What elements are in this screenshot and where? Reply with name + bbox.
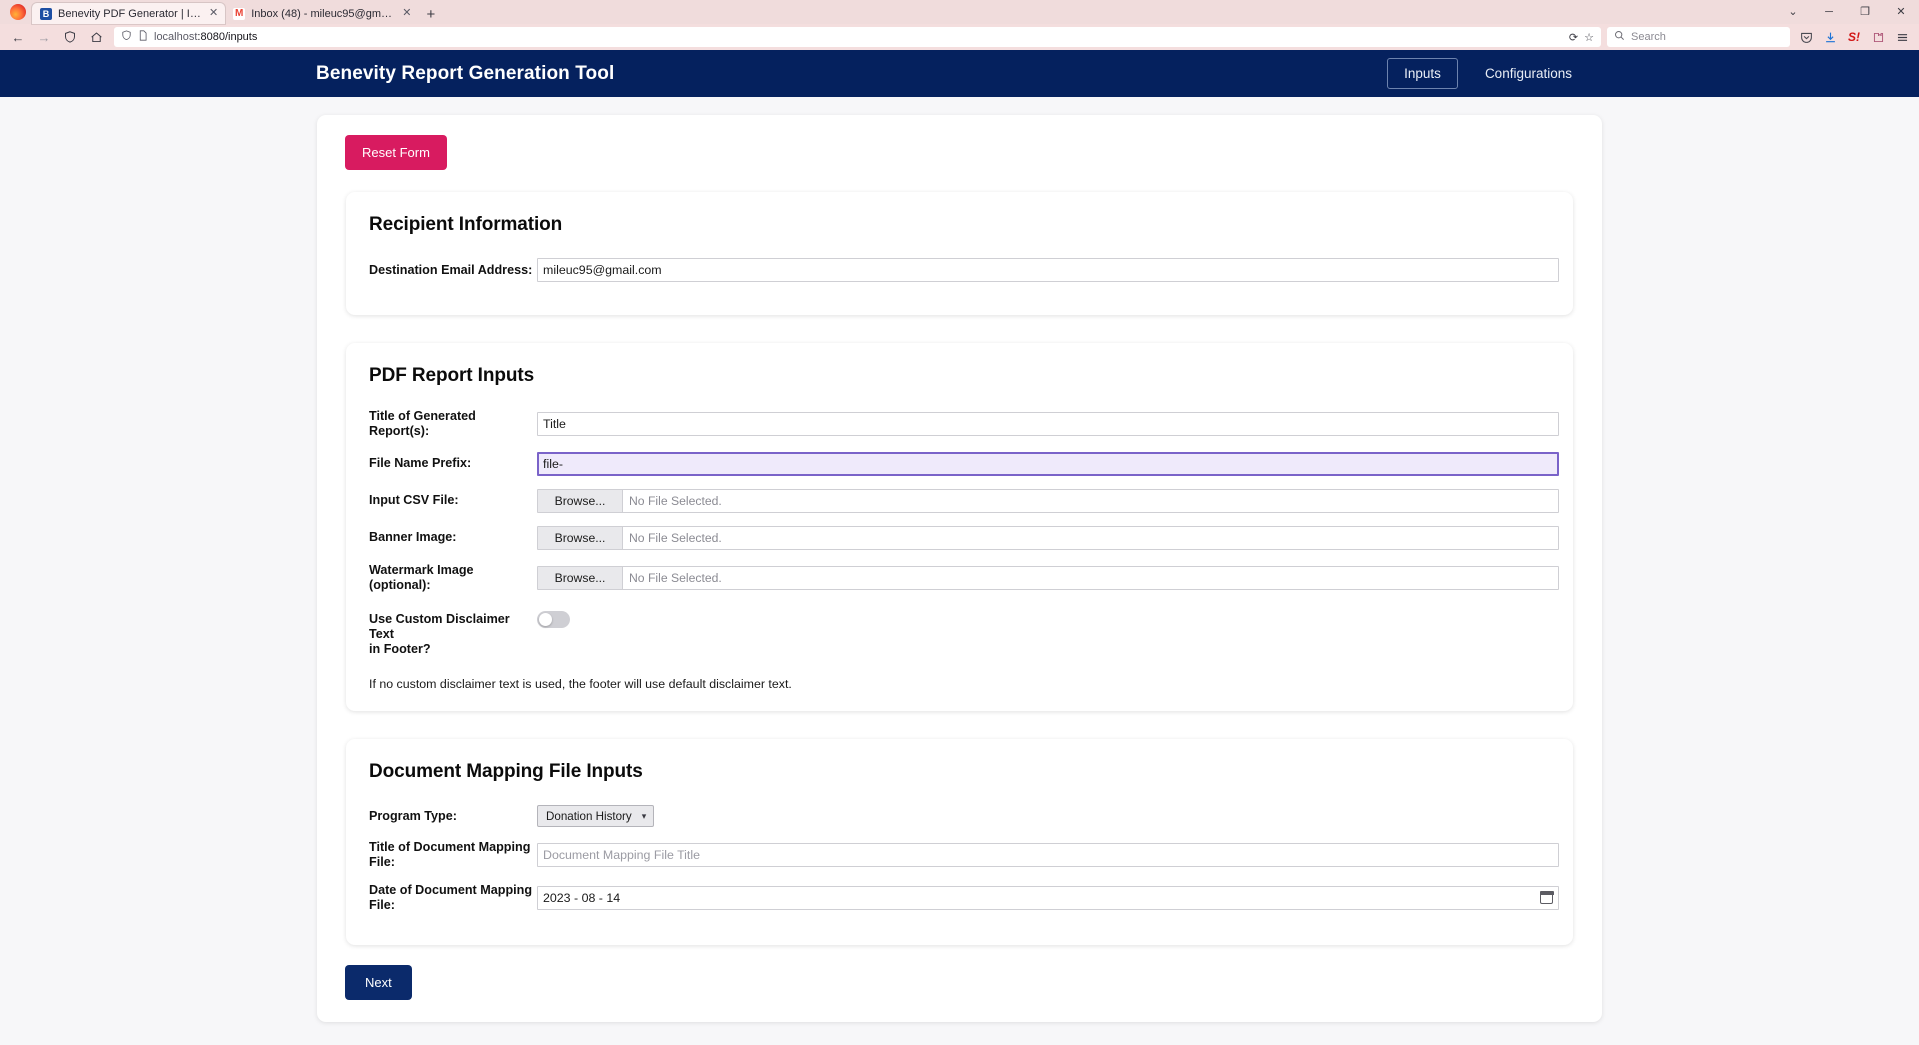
url-text: localhost:8080/inputs — [154, 31, 258, 43]
field-label: Destination Email Address: — [369, 262, 533, 277]
calendar-icon[interactable] — [1539, 891, 1554, 904]
menu-icon[interactable] — [1891, 26, 1913, 48]
file-name-prefix-input[interactable] — [537, 451, 1559, 476]
close-window-icon[interactable]: ✕ — [1883, 0, 1919, 24]
tracking-shield-icon — [121, 30, 132, 44]
tab-title: Benevity PDF Generator | Inputs — [58, 7, 203, 20]
header-nav: Inputs Configurations — [1387, 58, 1589, 89]
new-tab-button[interactable]: + — [418, 7, 443, 24]
field-input-csv-file: Input CSV File: Browse... No File Select… — [360, 488, 1559, 513]
home-icon[interactable] — [84, 26, 108, 48]
field-program-type: Program Type: Donation History ▾ — [360, 805, 1559, 828]
window-controls: ⌄ ─ ❐ ✕ — [1775, 0, 1919, 24]
maximize-icon[interactable]: ❐ — [1847, 0, 1883, 24]
section-title: PDF Report Inputs — [369, 365, 535, 386]
banner-image-file-picker[interactable]: Browse... No File Selected. — [537, 525, 1559, 550]
field-label-line2: in Footer? — [369, 642, 431, 657]
toolbar-icons: S! — [1795, 26, 1913, 48]
browser-tab-gmail[interactable]: M Inbox (48) - mileuc95@gmail.co ✕ — [225, 3, 418, 24]
browse-button[interactable]: Browse... — [538, 489, 623, 512]
field-mapping-file-date: Date of Document Mapping File: — [360, 883, 1559, 913]
destination-email-input[interactable] — [537, 258, 1559, 282]
file-status-text: No File Selected. — [629, 570, 722, 585]
search-placeholder: Search — [1631, 31, 1666, 43]
nav-item-configurations[interactable]: Configurations — [1468, 58, 1589, 89]
next-button[interactable]: Next — [345, 965, 412, 1001]
program-type-select[interactable]: Donation History ▾ — [537, 805, 655, 828]
field-label: Title of Generated Report(s): — [369, 409, 476, 438]
field-label: File Name Prefix: — [369, 456, 472, 471]
app-header: Benevity Report Generation Tool Inputs C… — [0, 50, 1919, 97]
field-label-line1: Use Custom Disclaimer Text — [369, 612, 510, 642]
list-all-tabs-icon[interactable]: ⌄ — [1775, 0, 1811, 24]
back-icon[interactable]: ← — [6, 26, 30, 48]
program-type-value: Donation History — [546, 809, 632, 823]
extensions-icon[interactable] — [1867, 26, 1889, 48]
bookmark-star-icon[interactable]: ☆ — [1584, 31, 1594, 44]
nav-item-inputs[interactable]: Inputs — [1387, 58, 1458, 89]
close-icon[interactable]: ✕ — [209, 8, 218, 19]
browser-toolbar: ← → localhost:8080/inputs ⟳ ☆ Search S! — [0, 24, 1919, 50]
field-watermark-image: Watermark Image (optional): Browse... No… — [360, 563, 1559, 593]
section-pdf-report-inputs: PDF Report Inputs Title of Generated Rep… — [346, 343, 1573, 712]
field-label: Date of Document Mapping File: — [369, 882, 533, 912]
s-extension-icon[interactable]: S! — [1843, 26, 1865, 48]
field-label: Use Custom Disclaimer Text in Footer? — [369, 611, 537, 657]
section-title: Recipient Information — [369, 214, 563, 235]
field-mapping-file-title: Title of Document Mapping File: — [360, 840, 1559, 870]
section-title: Document Mapping File Inputs — [369, 761, 643, 783]
gmail-icon: M — [233, 7, 246, 20]
search-icon — [1614, 30, 1625, 44]
browser-chrome: Benevity PDF Generator | Inputs ✕ M Inbo… — [0, 0, 1919, 50]
firefox-logo-icon — [10, 4, 26, 20]
shield-icon[interactable] — [58, 26, 82, 48]
address-bar[interactable]: localhost:8080/inputs ⟳ ☆ — [114, 27, 1601, 47]
field-label: Program Type: — [369, 808, 457, 823]
page-body: Reset Form Recipient Information Destina… — [0, 97, 1919, 1023]
minimize-icon[interactable]: ─ — [1811, 0, 1847, 24]
mapping-file-date-input[interactable] — [537, 885, 1559, 910]
reload-icon[interactable]: ⟳ — [1569, 31, 1578, 44]
section-recipient-information: Recipient Information Destination Email … — [346, 192, 1573, 315]
field-file-name-prefix: File Name Prefix: — [360, 451, 1559, 476]
field-destination-email: Destination Email Address: — [360, 258, 1559, 282]
page-title: Benevity Report Generation Tool — [316, 62, 615, 84]
search-bar[interactable]: Search — [1607, 27, 1790, 47]
benevity-icon — [40, 7, 52, 20]
field-label: Input CSV File: — [369, 493, 459, 508]
reset-form-button[interactable]: Reset Form — [345, 135, 447, 170]
browse-button[interactable]: Browse... — [538, 526, 623, 549]
field-label: Banner Image: — [369, 530, 457, 545]
pocket-icon[interactable] — [1795, 26, 1817, 48]
close-icon[interactable]: ✕ — [402, 8, 411, 19]
page-info-icon — [138, 30, 148, 44]
file-status-text: No File Selected. — [629, 493, 722, 508]
disclaimer-help-text: If no custom disclaimer text is used, th… — [369, 677, 792, 692]
field-label: Watermark Image (optional): — [369, 562, 474, 592]
browse-button[interactable]: Browse... — [538, 566, 623, 589]
field-banner-image: Banner Image: Browse... No File Selected… — [360, 525, 1559, 550]
file-status-text: No File Selected. — [629, 530, 722, 545]
field-custom-disclaimer-toggle: Use Custom Disclaimer Text in Footer? — [360, 611, 1559, 657]
chevron-down-icon: ▾ — [641, 810, 647, 821]
field-label: Title of Document Mapping File: — [369, 840, 531, 869]
report-title-input[interactable] — [537, 411, 1559, 436]
input-csv-file-picker[interactable]: Browse... No File Selected. — [537, 488, 1559, 513]
browser-tab-benevity[interactable]: Benevity PDF Generator | Inputs ✕ — [32, 3, 226, 24]
watermark-image-file-picker[interactable]: Browse... No File Selected. — [537, 565, 1559, 590]
form-card: Reset Form Recipient Information Destina… — [317, 115, 1602, 1023]
tab-title: Inbox (48) - mileuc95@gmail.co — [251, 7, 397, 20]
forward-icon[interactable]: → — [32, 26, 56, 48]
section-document-mapping-file-inputs: Document Mapping File Inputs Program Typ… — [346, 739, 1573, 946]
field-report-title: Title of Generated Report(s): — [360, 409, 1559, 439]
custom-disclaimer-toggle[interactable] — [537, 611, 570, 629]
tab-strip: Benevity PDF Generator | Inputs ✕ M Inbo… — [0, 0, 1919, 24]
download-icon[interactable] — [1819, 26, 1841, 48]
mapping-file-title-input[interactable] — [537, 842, 1559, 867]
